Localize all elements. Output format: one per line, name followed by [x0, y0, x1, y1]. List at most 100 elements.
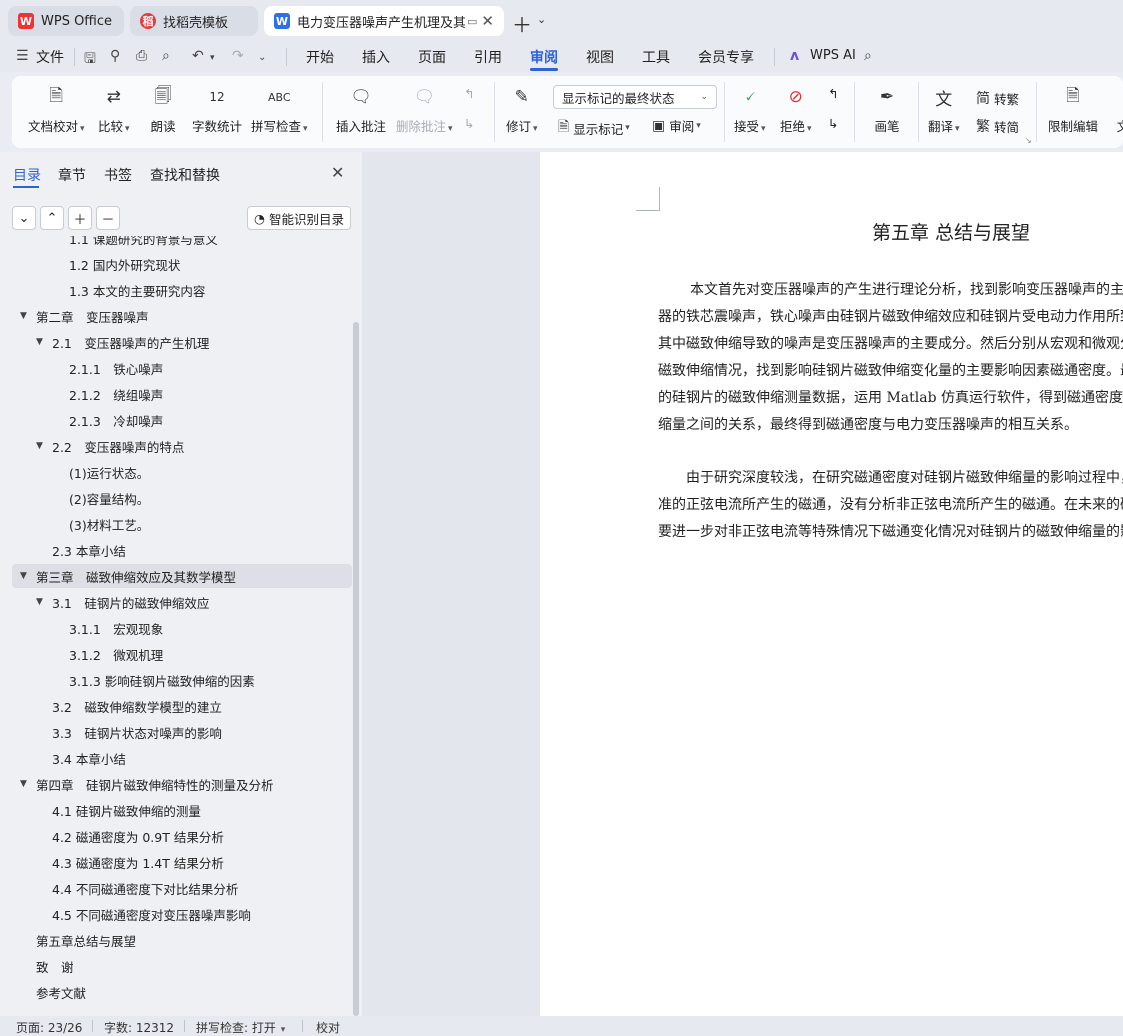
word-count-button[interactable]: 12 字数统计	[192, 84, 242, 140]
toc-item[interactable]: 2.1.2 绕组噪声	[12, 382, 352, 406]
menu-start[interactable]: 开始	[306, 47, 334, 67]
add-heading-button[interactable]: ＋	[68, 206, 92, 230]
undo-chevron-icon[interactable]: ▾	[210, 53, 215, 63]
spell-check-button[interactable]: ABC 拼写检查 ▾	[251, 84, 308, 140]
next-comment-icon[interactable]: ↳	[464, 116, 474, 131]
to-simplified-button[interactable]: 繁转简	[976, 116, 1019, 136]
monitor-icon[interactable]: ▭	[467, 15, 477, 28]
search-icon[interactable]: ⌕	[864, 48, 872, 64]
expand-toggle-icon[interactable]: ▼	[36, 441, 44, 451]
toc-item[interactable]: 4.4 不同磁通密度下对比结果分析	[12, 876, 352, 900]
collapse-level-button[interactable]: ⌃	[40, 206, 64, 230]
tab-current-document[interactable]: W 电力变压器噪声产生机理及其影响因素研究 ▭ ✕	[264, 6, 504, 36]
translate-button[interactable]: 文 翻译 ▾	[928, 84, 960, 140]
pen-button[interactable]: ✒ 画笔	[874, 84, 900, 140]
toc-item[interactable]: ▼ 第三章 磁致伸缩效应及其数学模型	[12, 564, 352, 588]
menu-review[interactable]: 审阅	[530, 47, 558, 67]
more-chevron-icon[interactable]: ⌄	[258, 52, 266, 63]
track-changes-button[interactable]: ✎ 修订 ▾	[506, 84, 538, 140]
close-tab-icon[interactable]: ✕	[481, 12, 494, 30]
toc-item[interactable]: 第五章总结与展望	[12, 928, 352, 952]
nav-tab-sections[interactable]: 章节	[58, 165, 86, 185]
next-change-icon[interactable]: ↳	[828, 116, 838, 131]
toc-item[interactable]: 4.1 硅钢片磁致伸缩的测量	[12, 798, 352, 822]
nav-tab-bookmarks[interactable]: 书签	[104, 165, 132, 185]
toc-item[interactable]: ▼ 3.1 硅钢片的磁致伸缩效应	[12, 590, 352, 614]
toc-item[interactable]: 2.1.3 冷却噪声	[12, 408, 352, 432]
toc-item[interactable]: 致 谢	[12, 954, 352, 978]
new-tab-icon[interactable]: ＋	[512, 9, 532, 38]
toc-item[interactable]: 1.2 国内外研究现状	[12, 252, 352, 276]
toc-item[interactable]: 3.2 磁致伸缩数学模型的建立	[12, 694, 352, 718]
close-pane-icon[interactable]: ✕	[331, 163, 344, 182]
toc-item[interactable]: 1.3 本文的主要研究内容	[12, 278, 352, 302]
wps-ai-icon[interactable]: ʌ	[790, 48, 799, 64]
toc-item[interactable]: (1)运行状态。	[12, 460, 352, 484]
accept-button[interactable]: 🗸 接受 ▾	[734, 84, 766, 140]
review-pane-button[interactable]: ▣ 审阅 ▾	[652, 116, 701, 135]
undo-icon[interactable]: ↶	[192, 48, 204, 64]
menu-file[interactable]: 文件	[36, 47, 64, 67]
menu-wps-ai[interactable]: WPS AI	[810, 48, 856, 63]
spell-check-indicator[interactable]: 拼写检查: 打开 ▾	[196, 1019, 285, 1036]
toc-item[interactable]: 4.3 磁通密度为 1.4T 结果分析	[12, 850, 352, 874]
save-icon[interactable]: 🖫	[84, 48, 96, 72]
reject-button[interactable]: ⊘ 拒绝 ▾	[780, 84, 812, 140]
delete-comment-button[interactable]: 🗨 删除批注 ▾	[396, 84, 453, 140]
insert-comment-button[interactable]: 🗨 插入批注	[336, 84, 386, 140]
prev-comment-icon[interactable]: ↰	[464, 86, 474, 101]
tab-docer-templates[interactable]: 稻 找稻壳模板	[130, 6, 258, 36]
remove-heading-button[interactable]: －	[96, 206, 120, 230]
menu-view[interactable]: 视图	[586, 47, 614, 67]
toc-item[interactable]: 3.1.2 微观机理	[12, 642, 352, 666]
menu-references[interactable]: 引用	[474, 47, 502, 67]
toc-item[interactable]: 2.1.1 铁心噪声	[12, 356, 352, 380]
expand-toggle-icon[interactable]: ▼	[20, 779, 28, 789]
toc-item[interactable]: 4.2 磁通密度为 0.9T 结果分析	[12, 824, 352, 848]
toc-item[interactable]: 4.5 不同磁通密度对变压器噪声影响	[12, 902, 352, 926]
toc-item[interactable]: (2)容量结构。	[12, 486, 352, 510]
toc-scrollbar[interactable]	[353, 322, 359, 1016]
tab-wps-office[interactable]: W WPS Office	[8, 6, 124, 36]
smart-toc-button[interactable]: ◔ 智能识别目录	[247, 206, 351, 230]
word-count-indicator[interactable]: 字数: 12312	[104, 1019, 174, 1036]
toc-item[interactable]: 3.1.1 宏观现象	[12, 616, 352, 640]
expand-toggle-icon[interactable]: ▼	[20, 571, 28, 581]
redo-icon[interactable]: ↷	[232, 48, 244, 64]
tab-list-chevron-icon[interactable]: ⌄	[537, 13, 546, 26]
document-page[interactable]: 第五章 总结与展望 本文首先对变压器噪声的产生进行理论分析，找到影响变压器噪声的…	[540, 152, 1123, 1016]
nav-tab-toc[interactable]: 目录	[13, 165, 41, 185]
menu-tools[interactable]: 工具	[642, 47, 670, 67]
menu-membership[interactable]: 会员专享	[698, 47, 754, 67]
toc-item[interactable]: ▼ 第四章 硅钢片磁致伸缩特性的测量及分析	[12, 772, 352, 796]
toc-item[interactable]: 3.3 硅钢片状态对噪声的影响	[12, 720, 352, 744]
compare-button[interactable]: ⇄ 比较 ▾	[98, 84, 130, 140]
menu-insert[interactable]: 插入	[362, 47, 390, 67]
toc-item[interactable]: 3.1.3 影响硅钢片磁致伸缩的因素	[12, 668, 352, 692]
to-traditional-button[interactable]: 简转繁	[976, 88, 1019, 108]
markup-mode-select[interactable]: 显示标记的最终状态 ⌄	[553, 85, 717, 109]
read-aloud-button[interactable]: 🗐 朗读	[150, 84, 176, 140]
toc-item[interactable]: 参考文献	[12, 980, 352, 1004]
restrict-edit-button[interactable]: 🗎 限制编辑	[1048, 84, 1098, 140]
show-markup-button[interactable]: 🗎 显示标记 ▾	[558, 116, 630, 140]
toc-item[interactable]: ▼ 2.2 变压器噪声的特点	[12, 434, 352, 458]
link-icon[interactable]: ⚲	[110, 48, 120, 64]
nav-tab-find-replace[interactable]: 查找和替换	[150, 165, 220, 185]
toc-item[interactable]: 1.1 课题研究的背景与意义	[12, 236, 352, 250]
prev-change-icon[interactable]: ↰	[828, 86, 838, 101]
group-expand-icon[interactable]: ↘	[1025, 136, 1032, 145]
doc-rights-button[interactable]: 文	[1110, 84, 1123, 140]
expand-toggle-icon[interactable]: ▼	[20, 311, 28, 321]
page-indicator[interactable]: 页面: 23/26	[16, 1019, 82, 1036]
expand-toggle-icon[interactable]: ▼	[36, 597, 44, 607]
toc-item[interactable]: ▼ 2.1 变压器噪声的产生机理	[12, 330, 352, 354]
toc-item[interactable]: ▼ 第二章 变压器噪声	[12, 304, 352, 328]
toc-item[interactable]: (3)材料工艺。	[12, 512, 352, 536]
proofread-indicator[interactable]: 校对	[316, 1019, 340, 1036]
print-icon[interactable]: ⎙	[136, 48, 147, 64]
print-preview-icon[interactable]: ⌕	[162, 48, 170, 64]
expand-toggle-icon[interactable]: ▼	[36, 337, 44, 347]
doc-check-button[interactable]: 🗎 文档校对 ▾	[28, 84, 85, 140]
toc-item[interactable]: 2.3 本章小结	[12, 538, 352, 562]
